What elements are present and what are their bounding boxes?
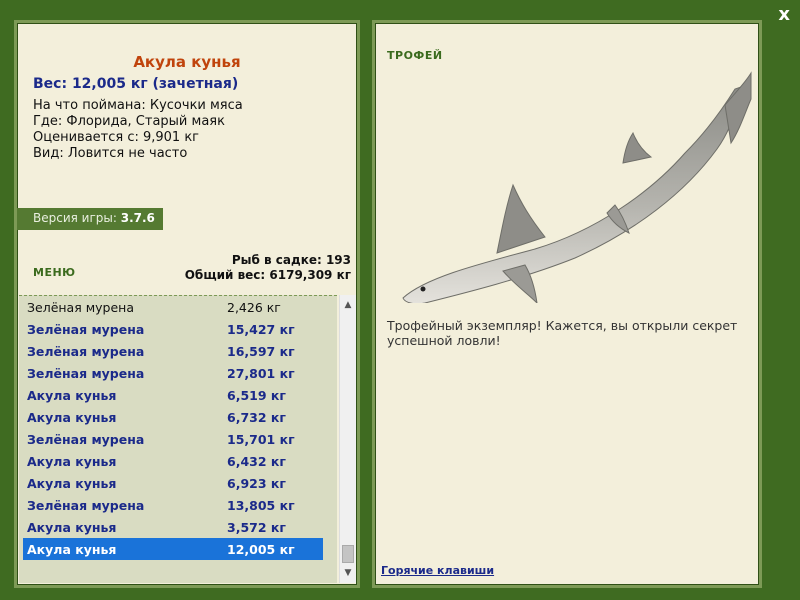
fish-rarity: Вид: Ловится не часто [33,146,188,161]
catch-list[interactable]: Зелёная мурена 2,426 кг Зелёная мурена 15,4… [19,295,337,583]
version-value: 3.7.6 [120,211,155,225]
trophy-text: Трофейный экземпляр! Кажется, вы открыли… [387,318,738,348]
scroll-thumb[interactable] [342,545,354,563]
keepnet-count: Рыб в садке: 193 [231,253,351,267]
catch-fish-name: Акула кунья [27,409,117,425]
catch-list-row[interactable]: Зелёная мурена 13,805 кг [23,494,323,516]
catch-list-row[interactable]: Акула кунья 3,572 кг [23,516,323,538]
catch-fish-weight: 6,519 кг [227,387,286,403]
catch-fish-weight: 27,801 кг [227,365,295,381]
catch-fish-name: Зелёная мурена [27,497,145,513]
menu-button[interactable]: МЕНЮ [33,266,76,279]
catch-fish-name: Акула кунья [27,453,117,469]
catch-fish-name: Акула кунья [27,387,117,403]
catch-fish-name: Акула кунья [27,541,117,557]
catch-fish-name: Зелёная мурена [27,365,145,381]
catch-list-row[interactable]: Акула кунья 6,923 кг [23,472,323,494]
catch-list-row[interactable]: Зелёная мурена 2,426 кг [23,296,323,318]
catch-list-row[interactable]: Зелёная мурена 27,801 кг [23,362,323,384]
version-bar: Версия игры: 3.7.6 [17,208,163,230]
keepnet-stats: Рыб в садке: 193 Общий вес: 6179,309 кг [185,253,351,283]
catch-fish-name: Зелёная мурена [27,299,134,315]
catch-fish-weight: 13,805 кг [227,497,295,513]
shark-image [402,71,752,303]
catch-fish-name: Зелёная мурена [27,343,145,359]
catch-list-row[interactable]: Зелёная мурена 16,597 кг [23,340,323,362]
catch-fish-weight: 15,427 кг [227,321,295,337]
fish-estimated: Оценивается с: 9,901 кг [33,130,200,145]
scroll-up-icon[interactable]: ▲ [340,297,356,313]
fish-title: Акула кунья [133,53,241,71]
fish-info-panel: Акула кунья Вес: 12,005 кг (зачетная) На… [14,20,360,588]
catch-list-row[interactable]: Зелёная мурена 15,701 кг [23,428,323,450]
hotkeys-link[interactable]: Горячие клавиши [381,564,494,577]
catch-fish-weight: 3,572 кг [227,519,286,535]
catch-fish-name: Зелёная мурена [27,431,145,447]
catch-fish-weight: 6,732 кг [227,409,286,425]
catch-fish-name: Зелёная мурена [27,321,145,337]
catch-fish-weight: 6,432 кг [227,453,286,469]
fish-location: Где: Флорида, Старый маяк [33,114,225,129]
fish-bait: На что поймана: Кусочки мяса [33,98,243,113]
catch-list-row[interactable]: Акула кунья 6,732 кг [23,406,323,428]
catch-list-row[interactable]: Акула кунья 6,432 кг [23,450,323,472]
catch-list-row[interactable]: Зелёная мурена 15,427 кг [23,318,323,340]
catch-list-scrollbar[interactable]: ▲ ▼ [339,295,356,583]
trophy-panel: ТРОФЕЙ Трофейный экземпляр! Кажется, вы … [372,20,762,588]
catch-fish-weight: 16,597 кг [227,343,295,359]
catch-list-row[interactable]: Акула кунья 12,005 кг [23,538,323,560]
fish-weight: Вес: 12,005 кг (зачетная) [33,76,239,92]
scroll-down-icon[interactable]: ▼ [340,565,356,581]
version-label: Версия игры: [33,211,117,225]
catch-fish-weight: 6,923 кг [227,475,286,491]
catch-fish-weight: 12,005 кг [227,541,295,557]
catch-fish-weight: 15,701 кг [227,431,295,447]
catch-fish-name: Акула кунья [27,519,117,535]
catch-fish-weight: 2,426 кг [227,299,281,315]
catch-fish-name: Акула кунья [27,475,117,491]
keepnet-total: Общий вес: 6179,309 кг [184,268,351,282]
close-icon[interactable]: x [778,4,790,25]
catch-list-row[interactable]: Акула кунья 6,519 кг [23,384,323,406]
